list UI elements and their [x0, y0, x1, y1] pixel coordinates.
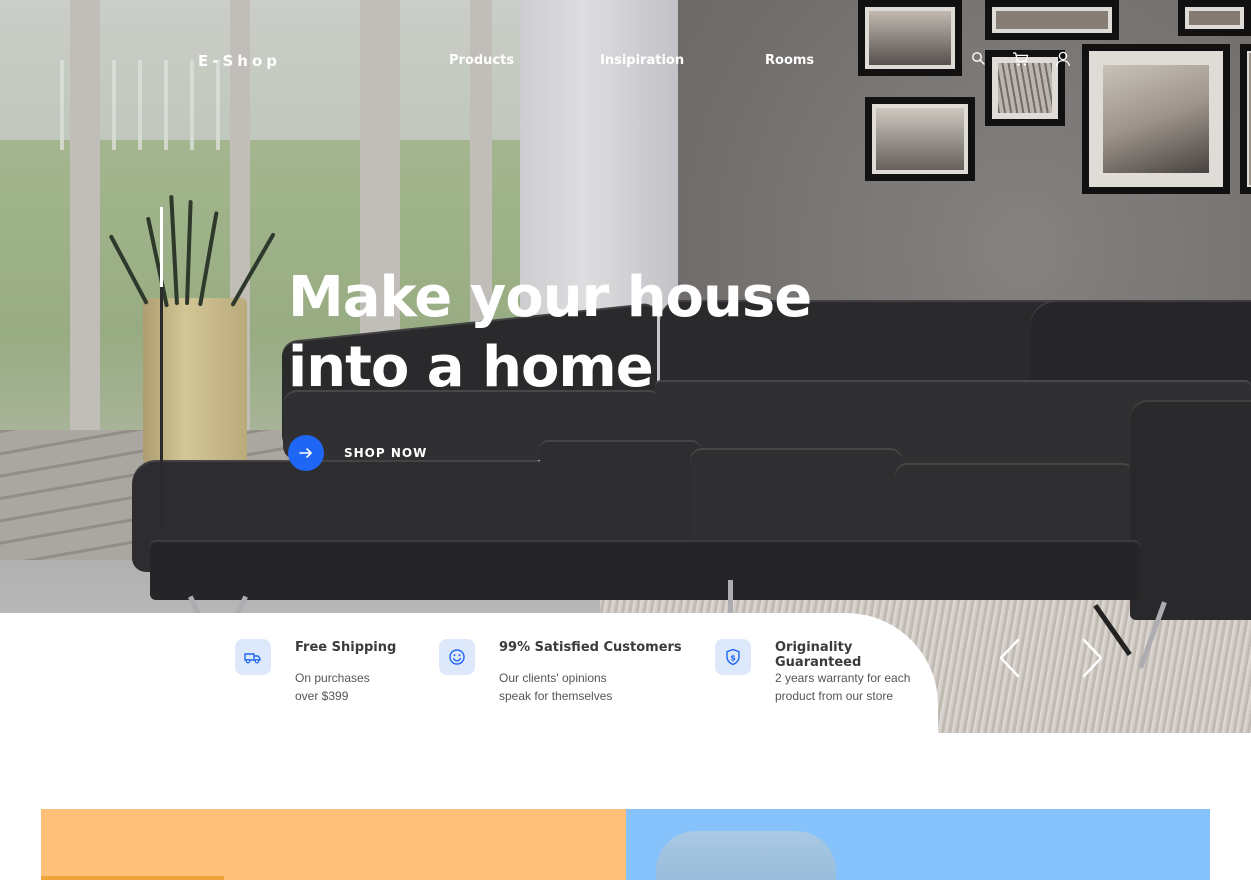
category-card-right[interactable] — [626, 809, 1210, 880]
category-card-left[interactable] — [41, 809, 626, 880]
truck-icon — [235, 639, 271, 675]
carousel-prev-button[interactable] — [996, 637, 1024, 679]
feature-description: Our clients' opinions speak for themselve… — [499, 671, 613, 703]
hero-title-line-2: into a home — [288, 335, 654, 400]
arrow-right-icon — [299, 448, 312, 458]
chevron-left-icon — [999, 638, 1020, 678]
features-panel: Free Shipping On purchases over $399 99% … — [0, 613, 938, 733]
shop-now-button[interactable] — [288, 435, 324, 471]
cart-icon[interactable] — [1012, 50, 1030, 68]
shop-now-label[interactable]: SHOP NOW — [344, 446, 427, 460]
shield-dollar-icon: $ — [715, 639, 751, 675]
feature-title: 99% Satisfied Customers — [499, 640, 682, 655]
nav-link-rooms[interactable]: Rooms — [765, 53, 814, 68]
svg-text:$: $ — [730, 654, 736, 663]
hero-title: Make your house into a home — [288, 263, 848, 403]
chevron-right-icon — [1082, 638, 1103, 678]
hero-section: E-Shop Products Insipiration Rooms Make … — [0, 0, 1251, 733]
carousel-next-button[interactable] — [1078, 637, 1106, 679]
feature-description: On purchases over $399 — [295, 671, 370, 703]
hero-title-line-1: Make your house — [288, 265, 812, 330]
site-logo[interactable]: E-Shop — [198, 52, 281, 70]
feature-title: Free Shipping — [295, 640, 397, 655]
user-icon[interactable] — [1054, 50, 1072, 68]
search-icon[interactable] — [970, 50, 988, 68]
chair-image — [656, 831, 836, 880]
smile-icon — [439, 639, 475, 675]
nav-link-inspiration[interactable]: Insipiration — [600, 53, 684, 68]
nav-link-products[interactable]: Products — [449, 53, 514, 68]
hero-accent-line — [160, 287, 163, 530]
hero-accent-line — [160, 207, 163, 287]
feature-description: 2 years warranty for each product from ou… — [775, 671, 911, 703]
feature-title: Originality Guaranteed — [775, 640, 862, 670]
